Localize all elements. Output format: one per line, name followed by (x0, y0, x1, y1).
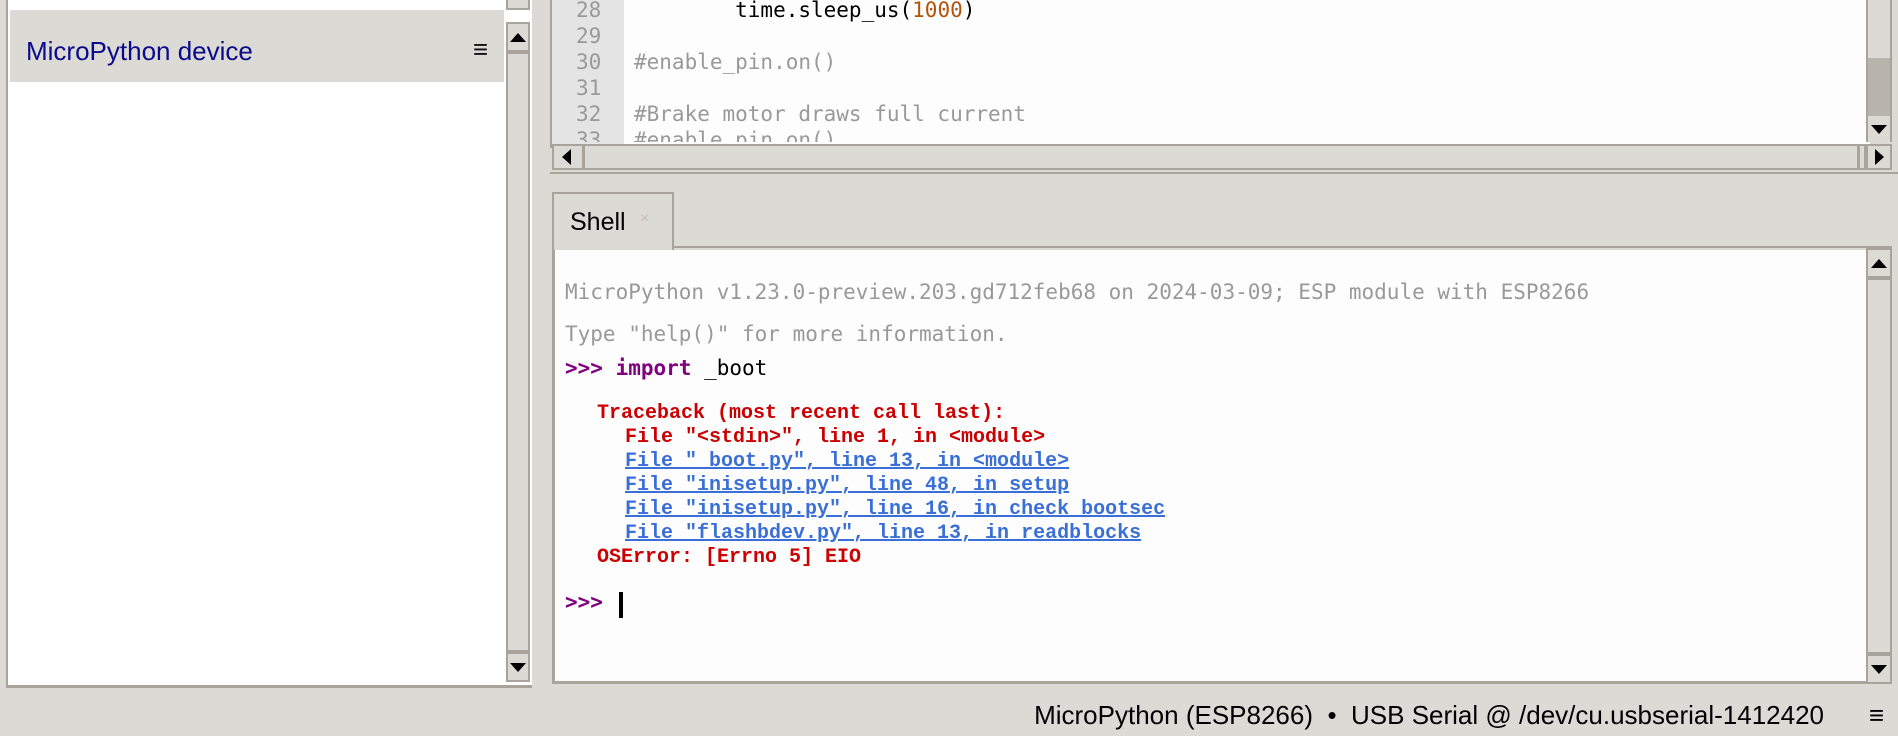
status-separator: • (1327, 700, 1337, 730)
traceback-header: Traceback (most recent call last): (597, 402, 1006, 425)
status-bar: MicroPython (ESP8266) • USB Serial @ /de… (0, 692, 1898, 736)
traceback-frame-link[interactable]: File "inisetup.py", line 48, in setup (625, 474, 1069, 497)
hamburger-menu-icon[interactable]: ≡ (1869, 700, 1884, 731)
line-number: 31 (576, 76, 602, 100)
code-comment: #enable_pin.on() (634, 128, 837, 142)
files-top-scrollbar-stub[interactable] (506, 0, 530, 10)
files-panel-header: MicroPython device ≡ (10, 10, 504, 82)
traceback-error: OSError: [Errno 5] EIO (597, 546, 862, 569)
hamburger-menu-icon[interactable]: ≡ (473, 34, 488, 65)
command-argument: _boot (691, 356, 768, 380)
arrow-down-icon (1871, 124, 1887, 134)
line-number: 29 (576, 24, 602, 48)
line-number: 30 (576, 50, 602, 74)
arrow-right-icon (1874, 149, 1884, 165)
shell-banner-line: Type "help()" for more information. (565, 322, 1008, 346)
code-comment: #Brake motor draws full current (634, 102, 1026, 126)
code-line: time.sleep_us(1000) (634, 0, 975, 22)
keyword-import: import (615, 356, 692, 380)
code-text: ) (962, 0, 976, 22)
traceback-frame-link[interactable]: File "inisetup.py", line 16, in check_bo… (625, 498, 1165, 521)
shell-vertical-scrollbar[interactable] (1866, 248, 1892, 684)
text-cursor (619, 592, 623, 618)
arrow-up-icon (1871, 258, 1887, 268)
scroll-up-button[interactable] (508, 24, 528, 50)
arrow-left-icon (561, 149, 571, 165)
code-line: #enable_pin.on() (634, 50, 836, 74)
shell-input-line[interactable]: >>> (565, 590, 603, 614)
editor-horizontal-scrollbar[interactable] (552, 144, 1866, 170)
tabbar-border (674, 246, 1892, 248)
close-icon[interactable]: × (640, 210, 649, 228)
line-number: 33 (576, 128, 602, 142)
pane-divider[interactable] (550, 172, 1898, 174)
scrollbar-thumb[interactable] (582, 146, 1860, 168)
editor-vertical-scrollbar[interactable] (1866, 0, 1892, 142)
tab-shell[interactable]: Shell × (552, 192, 674, 250)
files-vertical-scrollbar[interactable] (506, 22, 530, 682)
line-number: 32 (576, 102, 602, 126)
line-number-gutter: 28 29 30 31 32 33 (552, 0, 624, 144)
shell-prompt: >>> (565, 590, 603, 614)
scrollbar-thumb-edge (1868, 276, 1890, 280)
arrow-up-icon (510, 32, 526, 42)
line-number: 28 (576, 0, 602, 22)
scroll-down-button[interactable] (1868, 656, 1890, 682)
shell-prompt: >>> (565, 356, 603, 380)
code-line: #enable_pin.on() (634, 128, 836, 142)
shell-banner-line: MicroPython v1.23.0-preview.203.gd712feb… (565, 280, 1590, 304)
traceback-frame-link[interactable]: File "_boot.py", line 13, in <module> (625, 450, 1069, 473)
scroll-right-button-inner[interactable] (1868, 146, 1890, 168)
files-panel: MicroPython device ≡ (6, 0, 532, 688)
code-comment: #enable_pin.on() (634, 50, 837, 74)
backend-status[interactable]: MicroPython (ESP8266) • USB Serial @ /de… (1034, 700, 1824, 731)
scrollbar-thumb-edge (508, 50, 528, 54)
arrow-down-icon (1871, 664, 1887, 674)
interpreter-label: MicroPython (ESP8266) (1034, 700, 1313, 730)
shell-command-line: >>> import _boot (565, 356, 767, 380)
scroll-down-button[interactable] (1868, 116, 1890, 142)
scroll-left-button[interactable] (554, 146, 578, 168)
code-text: time.sleep_us( (634, 0, 913, 22)
scroll-up-button[interactable] (1868, 250, 1890, 276)
code-number-literal: 1000 (912, 0, 963, 22)
files-panel-top-area (8, 0, 504, 10)
code-line: #Brake motor draws full current (634, 102, 1026, 126)
scroll-down-button[interactable] (508, 654, 528, 680)
scroll-right-button[interactable] (1866, 144, 1892, 170)
tab-shell-label: Shell (570, 208, 626, 236)
scrollbar-thumb[interactable] (1868, 58, 1890, 116)
files-panel-title: MicroPython device (26, 36, 253, 66)
traceback-frame: File "<stdin>", line 1, in <module> (625, 426, 1046, 449)
port-label: USB Serial @ /dev/cu.usbserial-1412420 (1351, 700, 1824, 730)
shell-console[interactable]: MicroPython v1.23.0-preview.203.gd712feb… (552, 250, 1866, 684)
arrow-down-icon (510, 662, 526, 672)
traceback-frame-link[interactable]: File "flashbdev.py", line 13, in readblo… (625, 522, 1141, 545)
code-editor[interactable]: 28 29 30 31 32 33 time.sleep_us(1000) #e… (550, 0, 1870, 148)
